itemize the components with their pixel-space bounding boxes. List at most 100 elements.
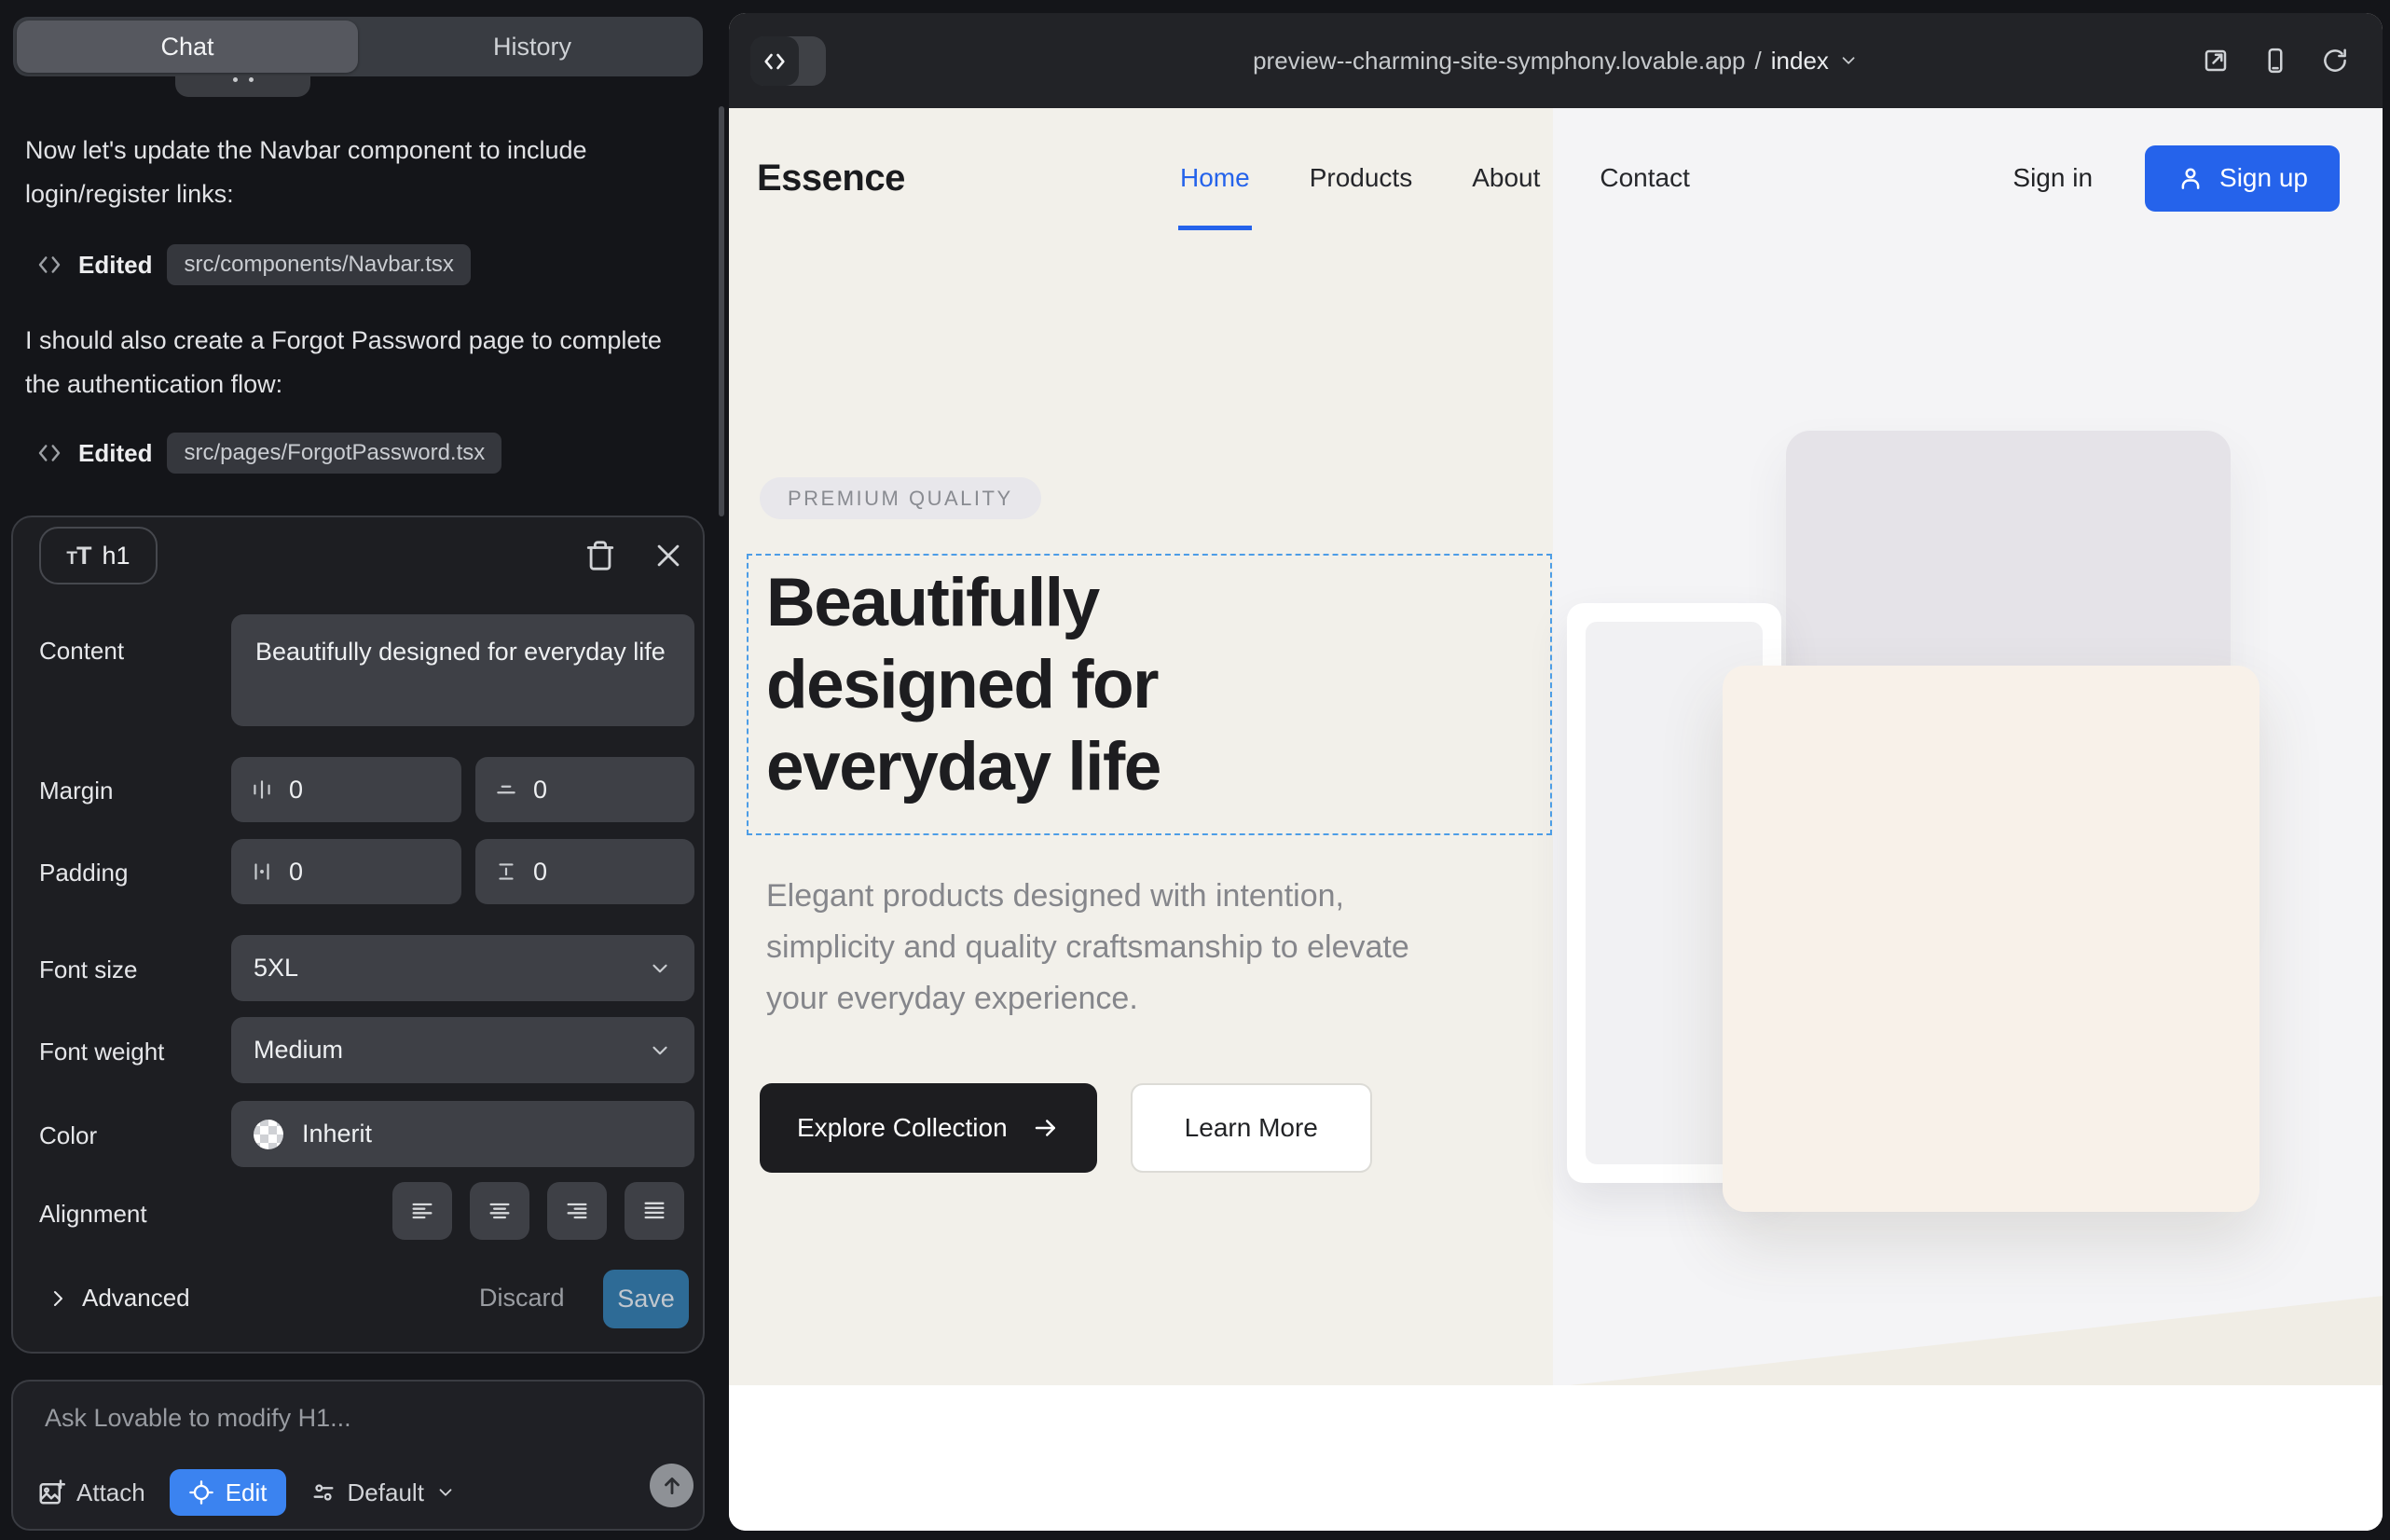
- arrow-right-icon: [1032, 1114, 1060, 1142]
- sign-up-button[interactable]: Sign up: [2145, 145, 2340, 212]
- edited-file-chip[interactable]: src/pages/ForgotPassword.tsx: [167, 433, 501, 474]
- chevron-right-icon: [47, 1287, 69, 1310]
- chevron-down-icon: [435, 1482, 456, 1503]
- chevron-down-icon: [648, 1038, 672, 1063]
- chevron-down-icon: [1838, 50, 1859, 71]
- url-separator: /: [1755, 47, 1762, 76]
- trash-icon[interactable]: [584, 540, 616, 571]
- font-weight-select[interactable]: Medium: [231, 1017, 694, 1083]
- element-tag: h1: [103, 542, 130, 571]
- nav-link-about[interactable]: About: [1472, 163, 1540, 193]
- hero-subtext: Elegant products designed with intention…: [766, 871, 1419, 1024]
- chat-scrollbar[interactable]: [719, 106, 724, 516]
- nav-link-products[interactable]: Products: [1310, 163, 1413, 193]
- content-input[interactable]: Beautifully designed for everyday life: [231, 614, 694, 726]
- align-justify-button[interactable]: [625, 1182, 684, 1240]
- font-size-select[interactable]: 5XL: [231, 935, 694, 1001]
- assistant-message: Now let's update the Navbar component to…: [25, 129, 687, 216]
- padding-y-icon: [494, 859, 518, 884]
- send-button[interactable]: [650, 1464, 694, 1507]
- selected-element-pill[interactable]: TT h1: [39, 527, 158, 584]
- scrolled-message-pill: [175, 76, 310, 97]
- nav-link-contact[interactable]: Contact: [1600, 163, 1690, 193]
- edited-label: Edited: [78, 251, 152, 280]
- font-size-value: 5XL: [254, 954, 298, 983]
- padding-x-icon: [250, 859, 274, 884]
- edited-file-row: Edited src/components/Navbar.tsx: [35, 244, 471, 285]
- padding-x-input[interactable]: [289, 858, 401, 887]
- padding-label: Padding: [39, 859, 128, 887]
- mobile-icon[interactable]: [2261, 47, 2289, 75]
- transparency-swatch-icon: [254, 1120, 283, 1149]
- tab-history[interactable]: History: [362, 33, 703, 62]
- padding-y-input[interactable]: [533, 858, 636, 887]
- font-weight-value: Medium: [254, 1036, 343, 1065]
- advanced-label: Advanced: [82, 1284, 190, 1313]
- margin-x-icon: [250, 777, 274, 802]
- site-canvas: Essence Home Products About Contact Sign…: [729, 108, 2383, 1531]
- align-center-button[interactable]: [470, 1182, 529, 1240]
- alignment-group: [392, 1182, 684, 1240]
- hero-cta-row: Explore Collection Learn More: [760, 1083, 1372, 1173]
- user-icon: [2177, 164, 2205, 192]
- sliders-icon: [310, 1479, 337, 1506]
- url-path: index: [1771, 47, 1829, 76]
- preview-window: preview--charming-site-symphony.lovable.…: [729, 13, 2383, 1531]
- align-left-button[interactable]: [392, 1182, 452, 1240]
- color-value: Inherit: [302, 1120, 372, 1148]
- learn-more-button[interactable]: Learn More: [1131, 1083, 1372, 1173]
- save-button[interactable]: Save: [603, 1270, 689, 1328]
- padding-x-field[interactable]: [231, 839, 461, 904]
- font-weight-label: Font weight: [39, 1038, 164, 1066]
- preview-actions: [2202, 13, 2349, 108]
- code-icon: [762, 48, 788, 75]
- ellipsis-dots: [233, 77, 254, 82]
- edited-label: Edited: [78, 439, 152, 468]
- assistant-message: I should also create a Forgot Password p…: [25, 319, 687, 406]
- margin-y-field[interactable]: [475, 757, 694, 822]
- discard-button[interactable]: Discard: [479, 1284, 565, 1313]
- padding-y-field[interactable]: [475, 839, 694, 904]
- margin-y-input[interactable]: [533, 776, 636, 804]
- edited-file-row: Edited src/pages/ForgotPassword.tsx: [35, 433, 501, 474]
- attach-button[interactable]: Attach: [37, 1478, 145, 1507]
- edited-file-chip[interactable]: src/components/Navbar.tsx: [167, 244, 470, 285]
- font-size-label: Font size: [39, 956, 138, 984]
- explore-collection-label: Explore Collection: [797, 1113, 1008, 1143]
- composer-input[interactable]: [45, 1404, 660, 1445]
- hero-heading[interactable]: Beautifully designed for everyday life: [766, 562, 1363, 808]
- align-justify-icon: [641, 1198, 667, 1224]
- code-icon: [35, 251, 63, 279]
- decor-card-cream: [1723, 666, 2260, 1212]
- refresh-icon[interactable]: [2321, 47, 2349, 75]
- margin-x-field[interactable]: [231, 757, 461, 822]
- preview-url[interactable]: preview--charming-site-symphony.lovable.…: [1253, 13, 1859, 108]
- sign-up-label: Sign up: [2219, 163, 2308, 193]
- chevron-down-icon: [648, 956, 672, 981]
- default-mode-button[interactable]: Default: [310, 1478, 456, 1507]
- edit-mode-button[interactable]: Edit: [170, 1469, 286, 1516]
- code-preview-toggle[interactable]: [750, 36, 826, 86]
- explore-collection-button[interactable]: Explore Collection: [760, 1083, 1097, 1173]
- lovable-app: Chat History Now let's update the Navbar…: [0, 0, 2390, 1540]
- margin-x-input[interactable]: [289, 776, 401, 804]
- tab-chat[interactable]: Chat: [17, 21, 358, 73]
- attach-image-icon: [37, 1478, 65, 1506]
- site-navbar: Essence Home Products About Contact Sign…: [729, 108, 2383, 248]
- external-link-icon[interactable]: [2202, 47, 2230, 75]
- default-label: Default: [348, 1478, 424, 1507]
- nav-links: Home Products About Contact: [1180, 163, 1690, 193]
- nav-link-home[interactable]: Home: [1180, 163, 1250, 193]
- align-right-button[interactable]: [547, 1182, 607, 1240]
- sign-in-link[interactable]: Sign in: [2012, 163, 2093, 193]
- element-editor-panel: TT h1 Content Beautifully designed for e…: [11, 516, 705, 1354]
- close-icon[interactable]: [652, 540, 684, 571]
- brand-logo[interactable]: Essence: [757, 158, 905, 199]
- code-toggle-knob[interactable]: [750, 36, 799, 86]
- color-field[interactable]: Inherit: [231, 1101, 694, 1167]
- nav-auth: Sign in Sign up: [2012, 145, 2340, 212]
- attach-label: Attach: [76, 1478, 145, 1507]
- margin-y-icon: [494, 777, 518, 802]
- advanced-toggle[interactable]: Advanced: [47, 1284, 190, 1313]
- align-left-icon: [409, 1198, 435, 1224]
